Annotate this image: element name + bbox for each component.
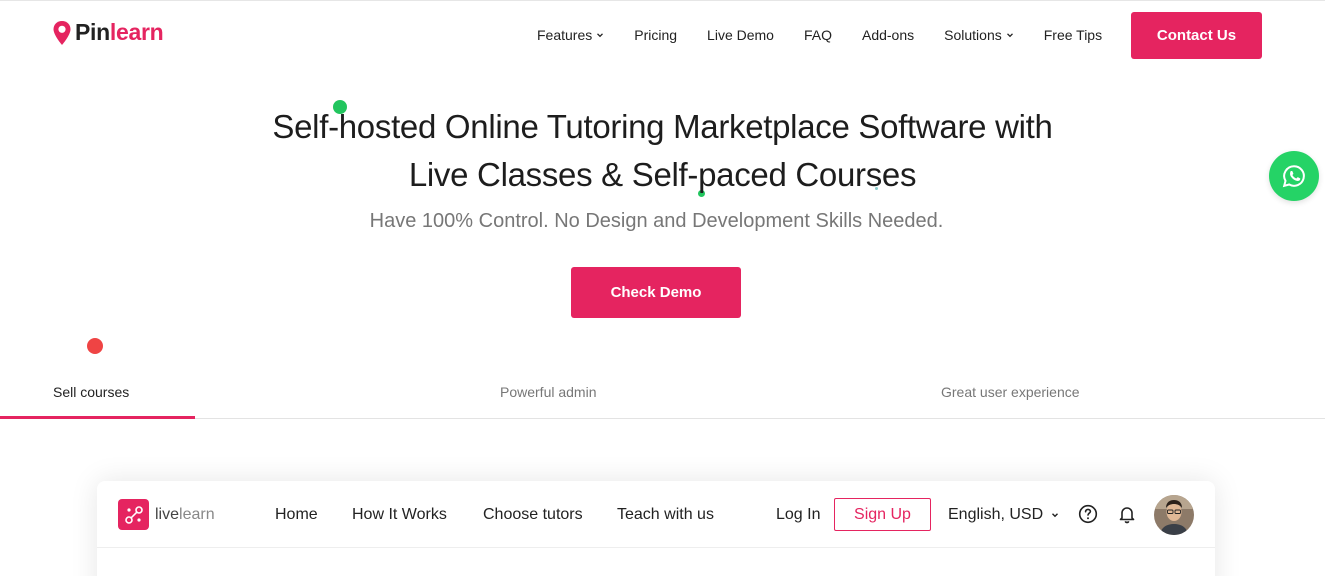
- preview-nav-how-it-works[interactable]: How It Works: [352, 506, 447, 524]
- preview-signup-button[interactable]: Sign Up: [834, 498, 931, 531]
- livelearn-text: livelearn: [155, 505, 215, 523]
- help-button[interactable]: [1077, 503, 1099, 525]
- chevron-down-icon: [1052, 513, 1059, 518]
- active-tab-indicator: [0, 416, 195, 419]
- whatsapp-button[interactable]: [1269, 151, 1319, 201]
- locale-label: English, USD: [948, 506, 1044, 523]
- nav-faq[interactable]: FAQ: [804, 27, 832, 43]
- nav-solutions[interactable]: Solutions: [944, 27, 1014, 43]
- logo-text: Pinlearn: [75, 19, 164, 45]
- tab-powerful-admin[interactable]: Powerful admin: [500, 384, 597, 400]
- preview-nav-teach-with-us[interactable]: Teach with us: [617, 506, 714, 524]
- preview-header: livelearn Home How It Works Choose tutor…: [97, 481, 1215, 548]
- chevron-down-icon: [597, 33, 604, 38]
- app-preview: livelearn Home How It Works Choose tutor…: [97, 481, 1215, 576]
- nav-features[interactable]: Features: [537, 27, 604, 43]
- check-demo-button[interactable]: Check Demo: [571, 267, 741, 318]
- nav-add-ons[interactable]: Add-ons: [862, 27, 914, 43]
- preview-login-link[interactable]: Log In: [776, 506, 820, 524]
- tab-great-user-experience[interactable]: Great user experience: [941, 384, 1080, 400]
- preview-nav-choose-tutors[interactable]: Choose tutors: [483, 506, 583, 524]
- whatsapp-icon: [1282, 165, 1305, 188]
- livelearn-logo[interactable]: livelearn: [118, 499, 215, 530]
- decorative-dot: [87, 338, 103, 354]
- tab-sell-courses[interactable]: Sell courses: [53, 384, 129, 400]
- bell-icon: [1119, 507, 1135, 524]
- chevron-down-icon: [1006, 33, 1013, 38]
- top-border: [0, 0, 1325, 1]
- tabs-divider: [0, 418, 1325, 419]
- hero-subtitle: Have 100% Control. No Design and Develop…: [369, 210, 944, 232]
- avatar-image: [1154, 495, 1194, 535]
- livelearn-mark-icon: [118, 499, 149, 530]
- nav-pricing[interactable]: Pricing: [634, 27, 677, 43]
- help-circle-icon: [1078, 504, 1098, 524]
- hero-title-line-2: Live Classes & Self-paced Courses: [408, 156, 917, 193]
- nav-live-demo[interactable]: Live Demo: [707, 27, 774, 43]
- main-nav: Features Pricing Live Demo FAQ Add-ons S…: [537, 27, 1132, 43]
- hero-title-line-1: Self-hosted Online Tutoring Marketplace …: [272, 108, 1053, 145]
- preview-nav-home[interactable]: Home: [275, 506, 318, 524]
- pinlearn-logo[interactable]: Pinlearn: [52, 19, 164, 46]
- hero-title: Self-hosted Online Tutoring Marketplace …: [0, 103, 1325, 199]
- nav-free-tips[interactable]: Free Tips: [1044, 27, 1102, 43]
- user-avatar[interactable]: [1154, 495, 1194, 535]
- notifications-button[interactable]: [1116, 503, 1138, 525]
- location-pin-icon: [53, 20, 71, 45]
- locale-selector[interactable]: English, USD: [948, 506, 1059, 524]
- contact-us-button[interactable]: Contact Us: [1131, 12, 1262, 59]
